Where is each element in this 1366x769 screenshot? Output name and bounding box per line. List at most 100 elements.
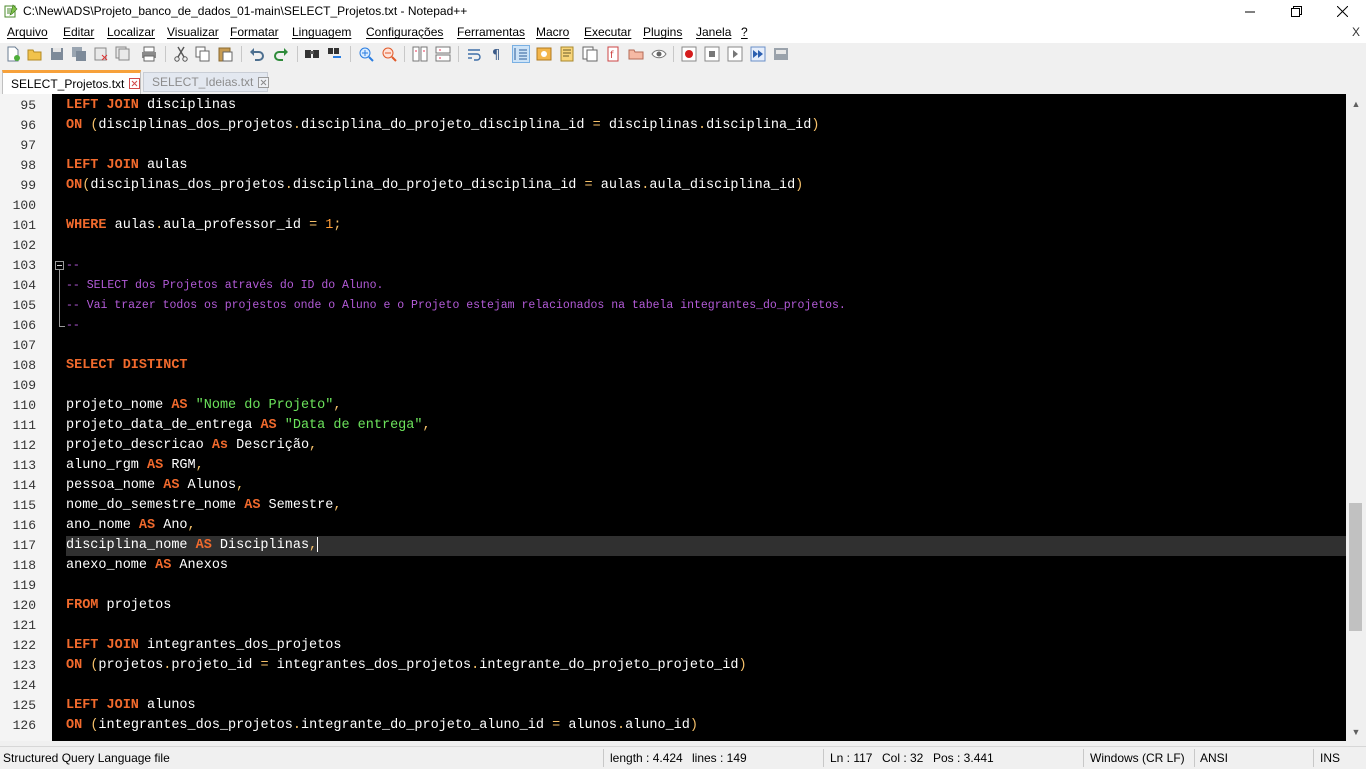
- zoom-out-button[interactable]: [380, 45, 398, 63]
- code-token: .: [292, 118, 301, 133]
- vertical-scrollbar[interactable]: ▲ ▼: [1346, 94, 1366, 741]
- scroll-thumb[interactable]: [1349, 503, 1362, 631]
- document-map-button[interactable]: [558, 45, 576, 63]
- minimize-button[interactable]: [1227, 0, 1273, 23]
- menu-editar[interactable]: Editar: [63, 25, 94, 39]
- show-all-characters-button[interactable]: ¶: [488, 45, 506, 63]
- editor-area[interactable]: 95 LEFT JOIN disciplinas 96 ON (disciplinas…: [0, 94, 1366, 741]
- paste-button[interactable]: [216, 45, 234, 63]
- code-line[interactable]: 120 FROM projetos: [13, 596, 1346, 616]
- play-macro-button[interactable]: [726, 45, 744, 63]
- code-line[interactable]: 111 projeto_data_de_entrega AS "Data de e…: [13, 416, 1346, 436]
- save-button[interactable]: [48, 45, 66, 63]
- code-line[interactable]: 101 WHERE aulas.aula_professor_id = 1;: [13, 216, 1346, 236]
- code-line[interactable]: 122 LEFT JOIN integrantes_dos_projetos: [13, 636, 1346, 656]
- code-line[interactable]: 102: [13, 236, 1346, 256]
- status-eol[interactable]: Windows (CR LF): [1090, 751, 1185, 765]
- cut-button[interactable]: [172, 45, 190, 63]
- line-number: 119: [12, 578, 36, 593]
- tab-select-ideias[interactable]: SELECT_Ideias.txt: [143, 72, 270, 92]
- sync-vertical-button[interactable]: [411, 45, 429, 63]
- run-macro-multiple-button[interactable]: [749, 45, 767, 63]
- redo-button[interactable]: [272, 45, 290, 63]
- folder-workspace-icon: f: [607, 46, 619, 62]
- code-line[interactable]: 117 disciplina_nome AS Disciplinas,: [13, 536, 1346, 556]
- close-window-button[interactable]: [1319, 0, 1365, 23]
- code-line[interactable]: 100: [13, 196, 1346, 216]
- menu-help[interactable]: ?: [741, 25, 748, 39]
- code-line[interactable]: 116 ano_nome AS Ano,: [13, 516, 1346, 536]
- code-line[interactable]: 105 -- Vai trazer todos os projestos onde…: [13, 296, 1346, 316]
- open-file-button[interactable]: [26, 45, 44, 63]
- code-line[interactable]: 121: [13, 616, 1346, 636]
- save-all-button[interactable]: [70, 45, 88, 63]
- code-line[interactable]: 106 --: [13, 316, 1346, 336]
- menu-localizar[interactable]: Localizar: [107, 25, 155, 39]
- close-document-x[interactable]: X: [1352, 25, 1360, 39]
- tab-close-button[interactable]: [258, 76, 270, 88]
- code-text[interactable]: 95 LEFT JOIN disciplinas 96 ON (disciplinas…: [13, 96, 1346, 736]
- code-line[interactable]: 119: [13, 576, 1346, 596]
- code-line[interactable]: 104 -- SELECT dos Projetos através do ID …: [13, 276, 1346, 296]
- status-encoding[interactable]: ANSI: [1200, 751, 1228, 765]
- code-line[interactable]: 98 LEFT JOIN aulas: [20, 156, 1346, 176]
- language-button[interactable]: [535, 45, 553, 63]
- code-line[interactable]: 107: [13, 336, 1346, 356]
- undo-button[interactable]: [248, 45, 266, 63]
- line-number: 116: [12, 518, 36, 533]
- menu-macro[interactable]: Macro: [536, 25, 569, 39]
- indent-guide-button[interactable]: [512, 45, 530, 63]
- code-line[interactable]: 96 ON (disciplinas_dos_projetos.disciplin…: [20, 116, 1346, 136]
- code-line[interactable]: 115 nome_do_semestre_nome AS Semestre,: [13, 496, 1346, 516]
- code-line[interactable]: 110 projeto_nome AS "Nome do Projeto",: [13, 396, 1346, 416]
- code-line[interactable]: 95 LEFT JOIN disciplinas: [20, 96, 1346, 116]
- scroll-up-arrow[interactable]: ▲: [1346, 95, 1366, 112]
- function-list-button[interactable]: [581, 45, 599, 63]
- folder-workspace-button[interactable]: f: [604, 45, 622, 63]
- code-line[interactable]: 123 ON (projetos.projeto_id = integrantes…: [13, 656, 1346, 676]
- menu-formatar[interactable]: Formatar: [230, 25, 279, 39]
- code-line[interactable]: 97: [20, 136, 1346, 156]
- menu-ferramentas[interactable]: Ferramentas: [457, 25, 525, 39]
- close-file-button[interactable]: [92, 45, 110, 63]
- scroll-down-arrow[interactable]: ▼: [1346, 723, 1366, 740]
- menu-visualizar[interactable]: Visualizar: [167, 25, 219, 39]
- close-all-button[interactable]: [114, 45, 132, 63]
- word-wrap-button[interactable]: [465, 45, 483, 63]
- menu-executar[interactable]: Executar: [584, 25, 631, 39]
- replace-button[interactable]: [326, 45, 344, 63]
- code-line[interactable]: 108 SELECT DISTINCT: [13, 356, 1346, 376]
- fold-toggle[interactable]: [55, 261, 64, 270]
- zoom-in-button[interactable]: [357, 45, 375, 63]
- code-line[interactable]: 109: [13, 376, 1346, 396]
- print-button[interactable]: [140, 45, 158, 63]
- monitoring-button[interactable]: [650, 45, 668, 63]
- code-line[interactable]: 125 LEFT JOIN alunos: [13, 696, 1346, 716]
- tab-select-projetos[interactable]: SELECT_Projetos.txt: [2, 70, 141, 94]
- code-line[interactable]: 126 ON (integrantes_dos_projetos.integran…: [13, 716, 1346, 736]
- copy-button[interactable]: [194, 45, 212, 63]
- tab-close-button[interactable]: [129, 78, 141, 89]
- code-line[interactable]: 103 --: [13, 256, 1346, 276]
- code-line[interactable]: 114 pessoa_nome AS Alunos,: [13, 476, 1346, 496]
- new-file-button[interactable]: [4, 45, 22, 63]
- stop-macro-button[interactable]: [703, 45, 721, 63]
- menu-janela[interactable]: Janela: [696, 25, 731, 39]
- folder-button[interactable]: [627, 45, 645, 63]
- record-macro-button[interactable]: [680, 45, 698, 63]
- code-line[interactable]: 113 aluno_rgm AS RGM,: [13, 456, 1346, 476]
- find-button[interactable]: [303, 45, 321, 63]
- menu-arquivo[interactable]: Arquivo: [7, 25, 48, 39]
- restore-button[interactable]: [1273, 0, 1319, 23]
- menu-linguagem[interactable]: Linguagem: [292, 25, 351, 39]
- sync-horizontal-button[interactable]: [434, 45, 452, 63]
- code-line[interactable]: 99 ON(disciplinas_dos_projetos.disciplina…: [20, 176, 1346, 196]
- menu-configuracoes[interactable]: Configurações: [366, 25, 443, 39]
- status-insert-mode[interactable]: INS: [1320, 751, 1340, 765]
- code-line[interactable]: 112 projeto_descricao As Descrição,: [13, 436, 1346, 456]
- code-token: aulas: [592, 178, 642, 193]
- code-line[interactable]: 118 anexo_nome AS Anexos: [13, 556, 1346, 576]
- menu-plugins[interactable]: Plugins: [643, 25, 682, 39]
- code-line[interactable]: 124: [13, 676, 1346, 696]
- save-macro-button[interactable]: [772, 45, 790, 63]
